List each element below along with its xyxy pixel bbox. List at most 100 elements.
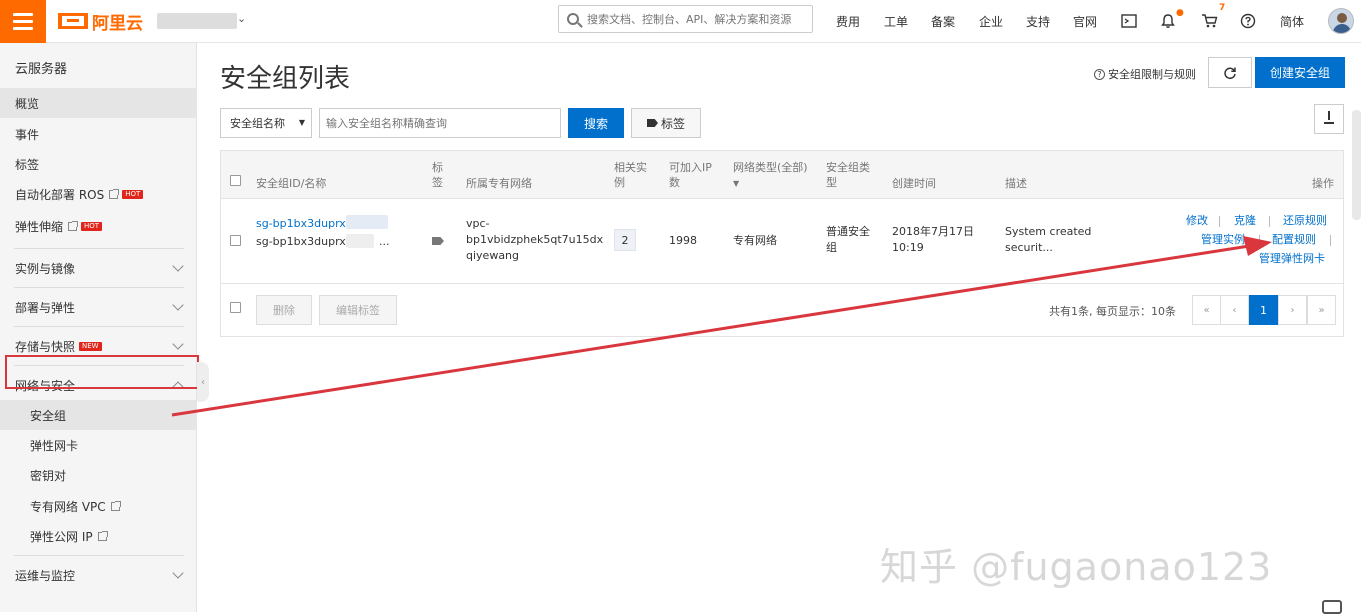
select-all-checkbox[interactable] [230,175,241,186]
language-switch[interactable]: 简体 [1280,0,1304,43]
sidebar: 云服务器 概览 事件 标签 自动化部署 ROS HOT 弹性伸缩 HOT 实例与镜像… [0,43,197,612]
account-caret-icon[interactable]: ⌄ [237,12,246,25]
account-name-blurred[interactable] [157,13,237,29]
sidebar-group-ops[interactable]: 运维与监控 [0,557,197,593]
tag-filter-button[interactable]: 标签 [631,108,701,138]
sidebar-collapse-handle[interactable]: ‹ [197,362,209,402]
question-icon: ? [1094,68,1105,80]
filter-field-select[interactable]: 安全组名称 ▼ [220,108,312,138]
divider [14,555,184,556]
aliyun-logo-icon [58,13,88,29]
sidebar-group-deployment[interactable]: 部署与弹性 [0,289,197,325]
vpc-id: bp1vbidzphek5qt7u15dx [466,233,604,246]
pagination-summary: 共有1条, 每页显示：10条 [1049,305,1176,318]
user-avatar[interactable] [1328,8,1354,34]
header-related-instances: 相关实例 [614,161,647,189]
sg-type-line1: 普通安全 [826,225,870,238]
brand-logo[interactable]: 阿里云 [58,10,143,34]
description-line1: System created [1005,225,1092,238]
description-line2: securit... [1005,241,1053,254]
help-icon[interactable] [1238,11,1258,31]
nav-tickets[interactable]: 工单 [884,0,908,43]
filter-search-input[interactable] [319,108,561,138]
top-bar: 阿里云 ⌄ 费用 工单 备案 企业 支持 官网 ● 7 简体 [0,0,1361,43]
sidebar-item-tags[interactable]: 标签 [0,149,197,179]
header-id-name: 安全组ID/名称 [256,177,327,190]
related-instances-count[interactable]: 2 [614,229,636,251]
row-checkbox[interactable] [230,235,241,246]
bell-icon[interactable] [1158,11,1178,31]
hot-badge: HOT [81,221,103,231]
help-link-sg-rules[interactable]: ? 安全组限制与规则 [1094,66,1196,82]
new-badge: NEW [79,341,102,351]
brand-name: 阿里云 [92,13,143,34]
table-header: 安全组ID/名称 标签 所属专有网络 相关实例 可加入IP数 网络类型(全部) ▼… [221,151,1343,199]
nav-fees[interactable]: 费用 [836,0,860,43]
sidebar-item-events[interactable]: 事件 [0,119,197,149]
nav-icp[interactable]: 备案 [931,0,955,43]
external-link-icon [110,500,121,511]
sidebar-item-overview[interactable]: 概览 [0,88,197,118]
modify-link[interactable]: 修改 [1186,213,1208,229]
divider [1269,216,1270,227]
refresh-icon [1224,67,1236,79]
chevron-down-icon [172,338,184,350]
nav-official-site[interactable]: 官网 [1073,0,1097,43]
refresh-button[interactable] [1208,57,1252,88]
tag-icon[interactable] [432,237,444,245]
global-search[interactable] [558,5,813,33]
footer-select-all-checkbox[interactable] [230,302,241,313]
sidebar-item-keypairs[interactable]: 密钥对 [0,460,197,490]
network-type: 专有网络 [733,234,777,247]
cart-count-badge: 7 [1219,3,1226,13]
page-1-button[interactable]: 1 [1249,295,1278,325]
cart-icon[interactable] [1199,11,1219,31]
divider [14,248,184,249]
divider [221,283,1343,284]
restore-rules-link[interactable]: 还原规则 [1283,213,1327,229]
divider [14,326,184,327]
prev-page-button[interactable]: ‹ [1220,295,1249,325]
configure-rules-link[interactable]: 配置规则 [1272,232,1316,248]
sidebar-item-ros[interactable]: 自动化部署 ROS HOT [0,179,197,209]
export-button[interactable] [1314,104,1344,134]
header-sg-type: 安全组类型 [826,161,870,189]
sidebar-group-storage[interactable]: 存储与快照 NEW [0,328,197,364]
sidebar-item-vpc[interactable]: 专有网络 VPC [0,491,197,521]
sidebar-item-eip[interactable]: 弹性公网 IP [0,521,197,551]
blurred-name-suffix [346,234,374,248]
scrollbar[interactable] [1352,110,1361,220]
caret-down-icon: ▼ [298,118,305,127]
search-button[interactable]: 搜索 [568,108,624,138]
first-page-button[interactable]: « [1192,295,1221,325]
menu-icon[interactable] [0,0,46,43]
manage-instances-link[interactable]: 管理实例 [1201,232,1245,248]
vpc-name: qiyewang [466,249,520,262]
sidebar-group-network-security[interactable]: 网络与安全 [0,367,197,403]
search-icon [567,13,579,25]
delete-button[interactable]: 删除 [256,295,312,325]
sidebar-item-autoscaling[interactable]: 弹性伸缩 HOT [0,211,197,241]
header-tag: 标签 [432,161,443,189]
security-group-id-link[interactable]: sg-bp1bx3duprxg [256,216,353,232]
nav-enterprise[interactable]: 企业 [979,0,1003,43]
global-search-input[interactable] [587,12,807,26]
external-link-icon [97,530,108,541]
create-security-group-button[interactable]: 创建安全组 [1255,57,1345,88]
header-network-type-filter[interactable]: 网络类型(全部) ▼ [733,160,813,191]
last-page-button[interactable]: » [1307,295,1336,325]
sidebar-group-instances-images[interactable]: 实例与镜像 [0,250,197,286]
clone-link[interactable]: 克隆 [1234,213,1256,229]
terminal-icon[interactable] [1119,11,1139,31]
edit-tags-button[interactable]: 编辑标签 [319,295,397,325]
chevron-down-icon [172,299,184,311]
divider [1219,216,1220,227]
header-vpc: 所属专有网络 [466,177,532,190]
divider [1259,235,1260,246]
next-page-button[interactable]: › [1278,295,1307,325]
sidebar-item-security-group[interactable]: 安全组 [0,400,197,430]
tag-icon [646,119,658,127]
sidebar-item-eni[interactable]: 弹性网卡 [0,430,197,460]
manage-eni-link[interactable]: 管理弹性网卡 [1259,251,1325,267]
nav-support[interactable]: 支持 [1026,0,1050,43]
